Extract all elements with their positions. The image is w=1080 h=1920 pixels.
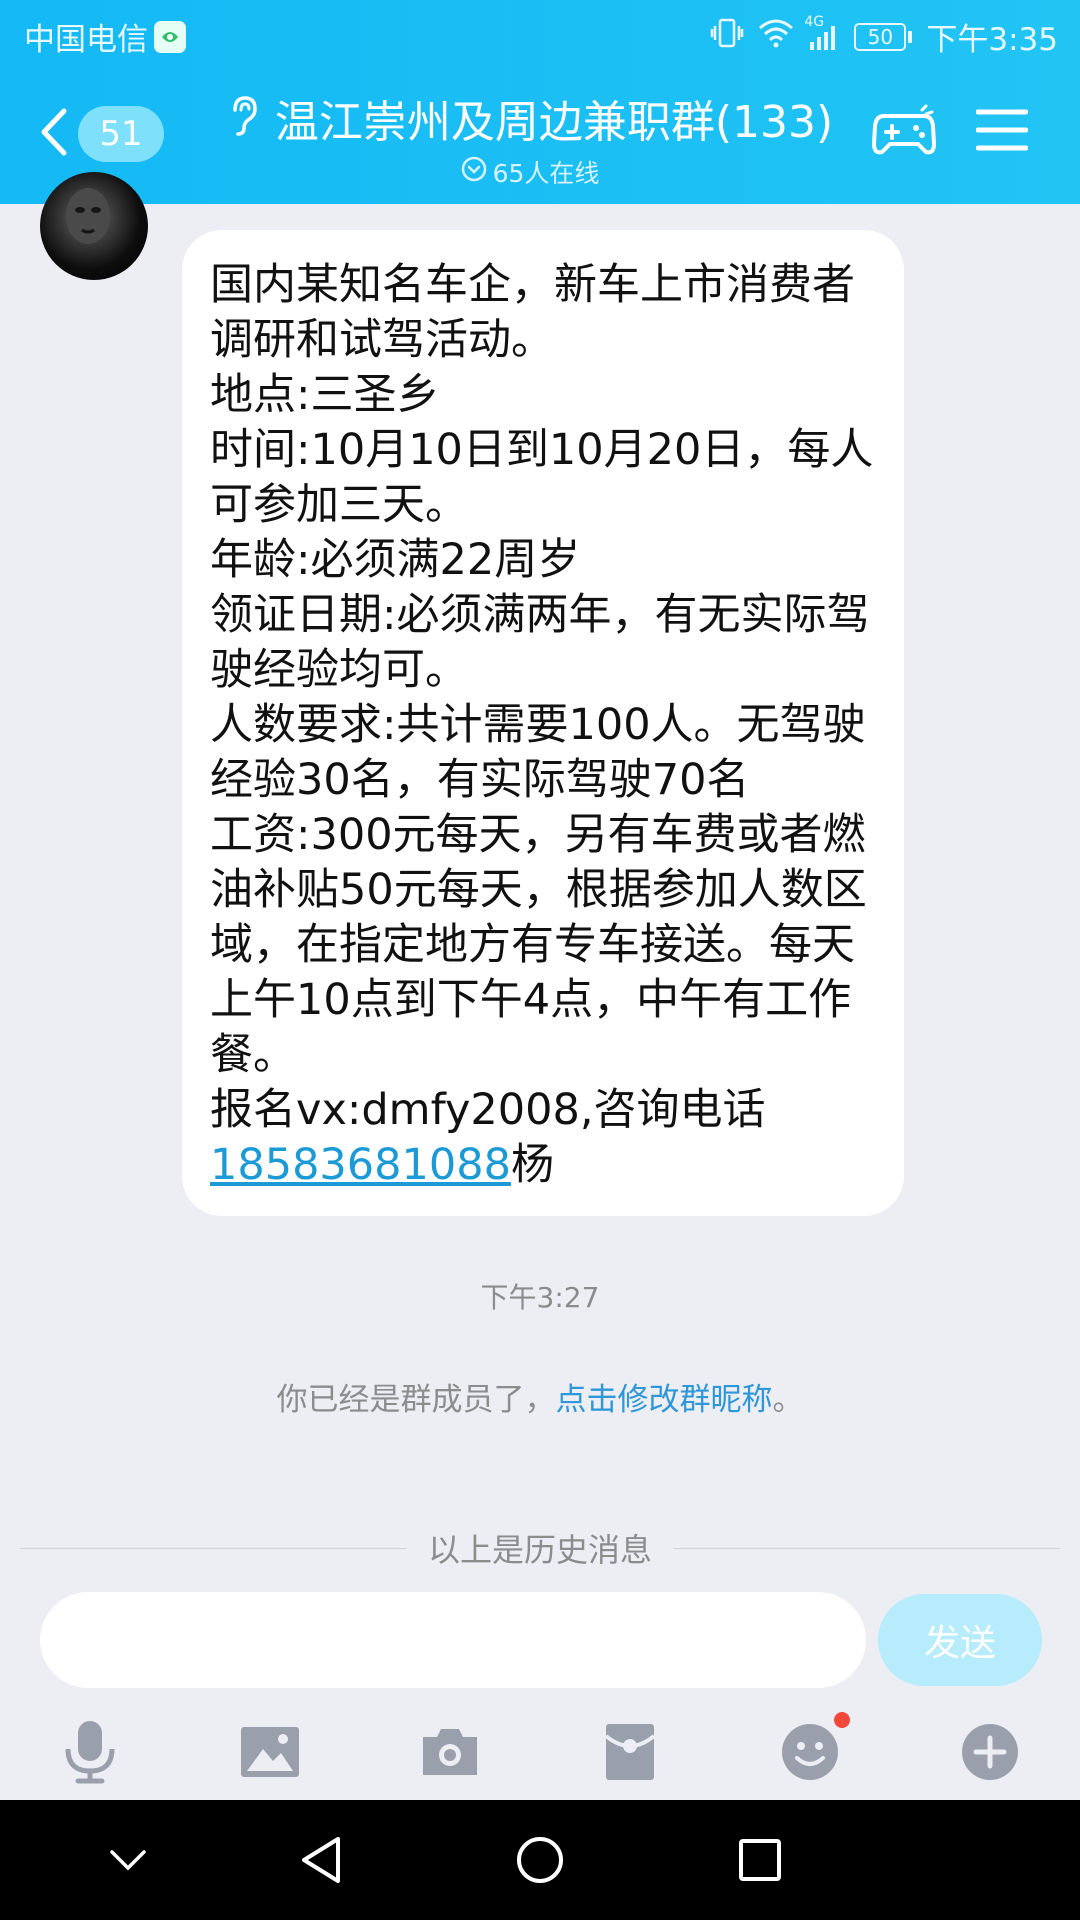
emoji-icon[interactable] (768, 1710, 852, 1794)
history-divider-label: 以上是历史消息 (428, 1531, 653, 1569)
menu-icon[interactable] (975, 104, 1029, 160)
plus-icon[interactable] (948, 1710, 1032, 1794)
chevron-down-circle-icon (461, 156, 487, 188)
system-message-suffix: 。 (772, 1382, 804, 1418)
online-count: 65人在线 (492, 159, 600, 188)
input-toolbar (0, 1704, 1080, 1800)
wifi-icon (758, 18, 794, 56)
carrier: 中国电信 (24, 14, 186, 59)
earpiece-mode-icon (227, 94, 261, 142)
image-icon[interactable] (228, 1710, 312, 1794)
send-button[interactable]: 发送 (878, 1594, 1042, 1686)
battery-level: 50 (854, 22, 907, 51)
message-body: 国内某知名车企，新车上市消费者调研和试驾活动。 地点:三圣乡 时间:10月10日… (210, 260, 874, 1135)
back-triangle-icon[interactable] (288, 1828, 352, 1892)
message-bubble[interactable]: 国内某知名车企，新车上市消费者调研和试驾活动。 地点:三圣乡 时间:10月10日… (182, 230, 904, 1216)
back-button[interactable]: 51 (38, 104, 178, 164)
message-input[interactable] (40, 1592, 866, 1688)
microphone-icon[interactable] (48, 1710, 132, 1794)
cellular-signal-icon: 4G (804, 14, 840, 52)
carrier-name: 中国电信 (24, 22, 148, 58)
app-notification-icon (154, 20, 186, 53)
edit-nickname-link[interactable]: 点击修改群昵称 (556, 1382, 773, 1418)
phone-link[interactable]: 18583681088 (210, 1140, 511, 1190)
status-bar: 中国电信 4G 50 下午3:35 (0, 0, 1080, 68)
game-controller-icon[interactable] (872, 104, 936, 164)
message-text: 国内某知名车企，新车上市消费者调研和试驾活动。 地点:三圣乡 时间:10月10日… (210, 258, 876, 1193)
recents-square-icon[interactable] (728, 1828, 792, 1892)
group-title: 温江崇州及周边兼职群(133) (274, 97, 834, 148)
history-divider: 以上是历史消息 (20, 1528, 1061, 1569)
chat-title-area[interactable]: 温江崇州及周边兼职群(133) 65人在线 (210, 86, 850, 190)
divider-line-right (674, 1547, 1061, 1549)
sender-avatar[interactable] (40, 172, 148, 280)
system-message: 你已经是群成员了，点击修改群昵称。 (0, 1374, 1080, 1419)
home-circle-icon[interactable] (508, 1828, 572, 1892)
clock: 下午3:35 (926, 22, 1058, 58)
divider-line-left (20, 1547, 406, 1549)
status-icons: 4G 50 下午3:35 (710, 14, 1058, 59)
online-status: 65人在线 (210, 154, 850, 190)
chat-header: 中国电信 4G 50 下午3:35 51 温江崇州及周边兼职群(133) 65人… (0, 0, 1080, 204)
system-navigation-bar (0, 1800, 1080, 1920)
camera-icon[interactable] (408, 1710, 492, 1794)
network-type: 4G (804, 13, 825, 30)
chevron-left-icon (38, 107, 68, 161)
vibrate-icon (710, 18, 744, 56)
red-packet-icon[interactable] (588, 1710, 672, 1794)
message-timestamp: 下午3:27 (480, 1281, 600, 1314)
chevron-down-icon[interactable] (96, 1828, 160, 1892)
notification-dot (834, 1712, 850, 1728)
message-suffix: 杨 (510, 1140, 554, 1190)
system-message-text: 你已经是群成员了， (276, 1382, 556, 1418)
unread-count-badge: 51 (78, 106, 164, 162)
battery-icon: 50 (854, 22, 913, 51)
